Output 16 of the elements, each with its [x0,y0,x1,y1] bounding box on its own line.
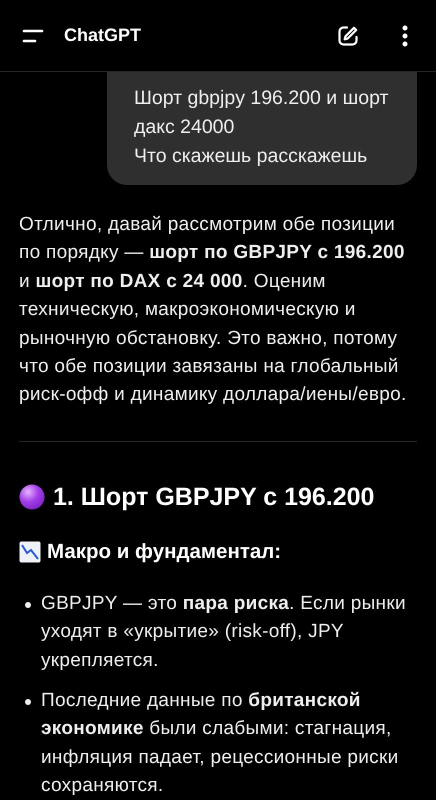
bullet-text: Последние данные по британской экономике были слабыми: стагнация, инфляция падает, рецессионные риски сохраняются. [41,689,400,798]
message-text: дакс 24000 [134,115,236,140]
bullet-icon [25,699,31,706]
chart-decreasing-icon [19,540,41,563]
menu-icon[interactable] [22,28,44,44]
more-options-icon[interactable] [402,24,408,46]
new-chat-icon[interactable] [337,24,359,46]
message-text: Что скажешь расскажешь [134,144,368,169]
app-title: ChatGPT [64,25,142,46]
subheading: Макро и фундаментал: [47,540,282,564]
bullet-text: GBPJPY — это пара риска. Если рынки уходят в «укрытие» (risk-off), JPY укрепляется. [41,592,407,673]
bullet-icon [25,602,31,608]
message-text: Шорт gbpjpy 196.200 и шорт [134,86,390,111]
section-heading: 1. Шорт GBPJPY с 196.200 [53,482,374,512]
circle-icon [19,484,45,510]
answer-paragraph: Отлично, давай рассмотрим обе позиции по порядку — шорт по GBPJPY с 196.200 и шорт по DAX с 24 000. Оценим техническую, макроэкономическую и рыночную обстановку. Это важно, потому что обе позиции завязаны на глобальный риск-офф и динамику доллара/иены/евро. [19,213,408,408]
